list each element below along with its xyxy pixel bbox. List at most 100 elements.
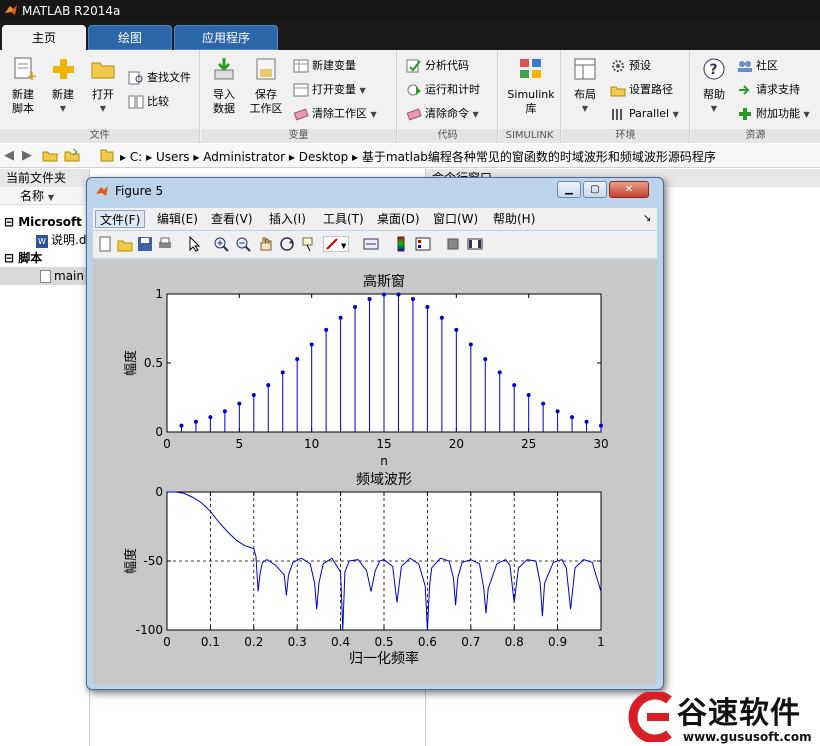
clear-workspace-button[interactable]: 清除工作区 ▼	[293, 104, 377, 124]
layout-button[interactable]: 布局 ▼	[562, 54, 608, 116]
data-cursor-icon[interactable]	[301, 236, 317, 252]
browse-folder-icon[interactable]	[64, 148, 80, 162]
stem-marker	[584, 419, 589, 424]
up-folder-icon[interactable]	[42, 148, 58, 162]
layout-dropdown-icon[interactable]: ▼	[562, 102, 608, 116]
new-figure-icon[interactable]	[97, 236, 113, 252]
clear-workspace-dropdown-icon[interactable]: ▼	[371, 110, 377, 119]
help-button[interactable]: ? 帮助 ▼	[691, 54, 737, 116]
parallel-dropdown-icon[interactable]: ▼	[673, 110, 679, 119]
maximize-button[interactable]: ▢	[583, 181, 607, 198]
clear-commands-icon	[406, 108, 422, 121]
back-icon[interactable]: ◀	[4, 148, 14, 163]
parallel-button[interactable]: Parallel ▼	[610, 104, 679, 124]
x-tick-label: 0.3	[288, 635, 307, 649]
save-figure-icon[interactable]	[137, 236, 153, 252]
open-variable-dropdown-icon[interactable]: ▼	[360, 86, 366, 95]
zoom-in-icon[interactable]	[213, 236, 229, 252]
analyze-code-label: 分析代码	[425, 59, 469, 72]
tab-home[interactable]: 主页	[2, 25, 86, 50]
menu-insert[interactable]: 插入(I)	[265, 210, 310, 228]
request-support-label: 请求支持	[756, 83, 800, 96]
tree-group-microsoft[interactable]: ⊟ Microsoft O	[4, 213, 96, 231]
parallel-label: Parallel	[629, 107, 670, 120]
stem-marker	[251, 393, 256, 398]
show-plot-tools-icon[interactable]	[467, 236, 483, 252]
matlab-figure-icon	[96, 186, 108, 196]
find-files-icon	[128, 71, 143, 85]
file-main[interactable]: main	[0, 267, 90, 285]
hide-plot-tools-icon[interactable]	[445, 236, 461, 252]
collapse-icon[interactable]: ⊟	[4, 215, 18, 229]
menu-view[interactable]: 查看(V)	[207, 210, 257, 228]
clear-commands-dropdown-icon[interactable]: ▼	[473, 110, 479, 119]
menu-edit[interactable]: 编辑(E)	[153, 210, 202, 228]
link-plot-icon[interactable]	[363, 236, 379, 252]
breadcrumb-users[interactable]: Users	[156, 150, 190, 164]
rotate-3d-icon[interactable]	[279, 236, 295, 252]
preferences-button[interactable]: 预设	[610, 56, 651, 76]
minimize-button[interactable]: ▁	[557, 181, 581, 198]
name-column-header[interactable]: 名称 ▼	[0, 187, 89, 205]
new-variable-icon	[293, 59, 309, 73]
set-path-icon	[610, 86, 626, 97]
figure-plot-area[interactable]: 0 5 10 15 20 25 30 0 0.5 1 高斯窗 n 幅度 0 0.1 0.2 0.3 0.4 0.5 0…	[93, 260, 657, 684]
forward-icon[interactable]: ▶	[22, 148, 32, 163]
plots-canvas[interactable]: 0 5 10 15 20 25 3000.51高斯窗n幅度0 0.1 0.2 0.3 0.4 0.5 0…	[93, 260, 657, 684]
address-bar: ◀ ▶ ▸ C: ▸ Users ▸ Administrator ▸ Deskt…	[0, 144, 820, 168]
stem-marker	[324, 327, 329, 332]
brush-icon[interactable]: ▼	[323, 236, 349, 252]
open-file-icon[interactable]	[117, 236, 133, 252]
request-support-button[interactable]: 请求支持	[737, 80, 800, 100]
tab-apps[interactable]: 应用程序	[174, 25, 278, 50]
breadcrumb-drive[interactable]: C:	[130, 150, 142, 164]
clear-commands-button[interactable]: 清除命令 ▼	[406, 104, 479, 124]
set-path-button[interactable]: 设置路径	[610, 80, 673, 100]
simulink-library-icon	[520, 59, 541, 78]
title-bar: MATLAB R2014a	[0, 0, 820, 22]
compare-button[interactable]: 比较	[128, 92, 169, 112]
tree-group-scripts[interactable]: ⊟ 脚本	[4, 249, 42, 267]
menu-file[interactable]: 文件(F)	[95, 210, 146, 228]
community-button[interactable]: 社区	[737, 56, 778, 76]
menu-desktop[interactable]: 桌面(D)	[373, 210, 424, 228]
stem-marker	[396, 292, 401, 297]
file-readme[interactable]: W 说明.d	[36, 231, 86, 249]
open-variable-button[interactable]: 打开变量 ▼	[293, 80, 366, 100]
open-button[interactable]: 打开 ▼	[80, 54, 126, 116]
add-ons-dropdown-icon[interactable]: ▼	[804, 110, 810, 119]
analyze-code-button[interactable]: 分析代码	[406, 56, 469, 76]
open-dropdown-icon[interactable]: ▼	[80, 102, 126, 116]
legend-icon[interactable]	[415, 236, 431, 252]
gear-icon	[612, 60, 624, 72]
colorbar-icon[interactable]	[393, 236, 409, 252]
new-variable-button[interactable]: 新建变量	[293, 56, 356, 76]
import-data-button[interactable]: 导入 数据	[201, 54, 247, 116]
tab-plots[interactable]: 绘图	[88, 25, 172, 50]
zoom-out-icon[interactable]	[235, 236, 251, 252]
find-files-button[interactable]: 查找文件	[128, 68, 191, 88]
print-icon[interactable]	[157, 236, 173, 252]
simulink-library-button[interactable]: Simulink 库	[505, 54, 557, 116]
ribbon-group-code: 分析代码 运行和计时 清除命令 ▼ 代码	[398, 50, 498, 143]
group-label-resources: 资源	[691, 129, 820, 143]
run-and-time-button[interactable]: 运行和计时	[406, 80, 480, 100]
add-ons-button[interactable]: 附加功能 ▼	[737, 104, 810, 124]
breadcrumb-desktop[interactable]: Desktop	[299, 150, 349, 164]
eraser-icon	[293, 108, 309, 121]
figure-title-bar[interactable]: Figure 5 ▁ ▢ ✕	[87, 178, 663, 205]
menu-window[interactable]: 窗口(W)	[429, 210, 482, 228]
pan-hand-icon[interactable]	[257, 236, 273, 252]
breadcrumb-administrator[interactable]: Administrator	[203, 150, 285, 164]
dock-arrow-icon[interactable]: ↘	[639, 210, 655, 228]
pointer-icon[interactable]	[187, 236, 203, 252]
menu-tools[interactable]: 工具(T)	[319, 210, 368, 228]
save-workspace-button[interactable]: 保存 工作区	[243, 54, 289, 116]
help-dropdown-icon[interactable]: ▼	[691, 102, 737, 116]
menu-help[interactable]: 帮助(H)	[489, 210, 539, 228]
collapse-icon[interactable]: ⊟	[4, 251, 18, 265]
run-and-time-icon	[407, 84, 421, 96]
close-button[interactable]: ✕	[609, 181, 649, 198]
breadcrumb: ▸ C: ▸ Users ▸ Administrator ▸ Desktop ▸…	[120, 150, 716, 164]
breadcrumb-current-folder[interactable]: 基于matlab编程各种常见的窗函数的时域波形和频域波形源码程序	[362, 150, 716, 164]
